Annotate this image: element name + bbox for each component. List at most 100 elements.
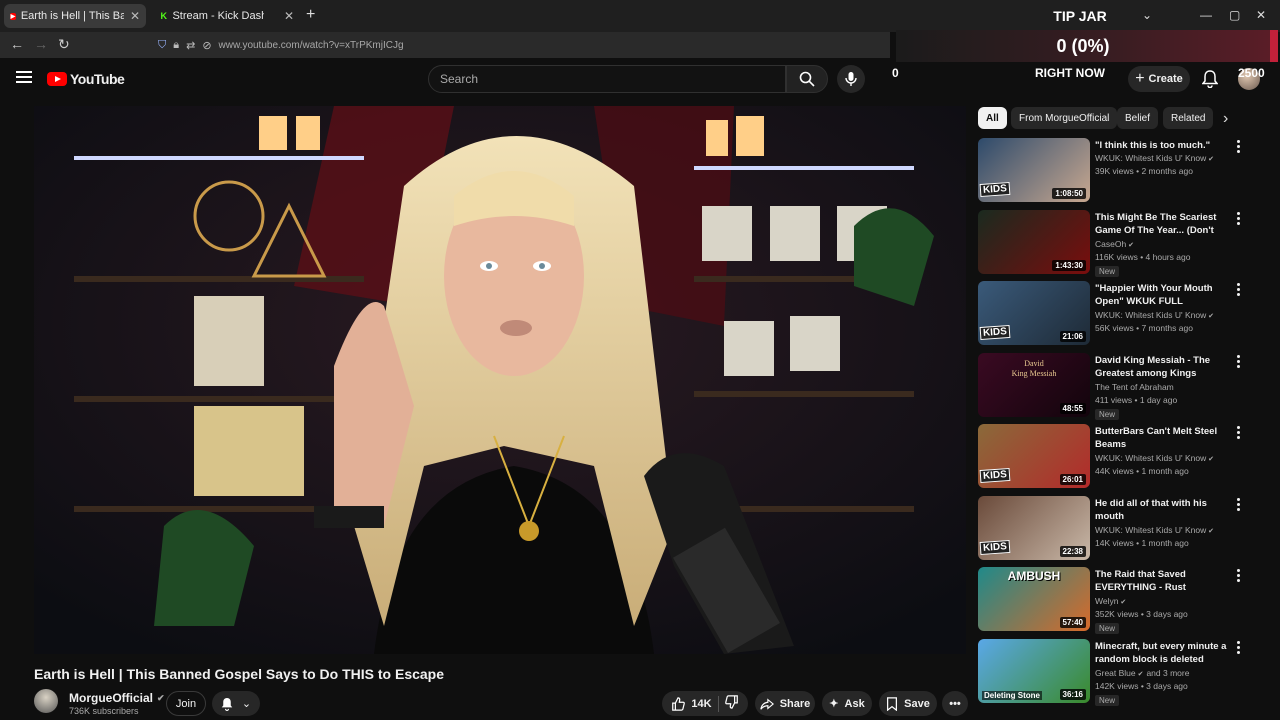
recommendation-title[interactable]: ButterBars Can't Melt Steel Beams xyxy=(1095,425,1227,451)
duration-badge: 36:16 xyxy=(1059,689,1086,700)
tab-kick-dashboard[interactable]: K Stream - Kick Dashboard ✕ xyxy=(154,4,300,28)
channel-name-text: Great Blue xyxy=(1095,668,1136,678)
tracking-icon: ⊘ xyxy=(202,39,212,52)
chip-related[interactable]: Related xyxy=(1163,107,1214,129)
video-thumbnail[interactable]: KIDS 26:01 xyxy=(978,424,1090,488)
like-button[interactable]: 14K xyxy=(671,696,712,711)
new-tab-icon[interactable]: + xyxy=(306,6,315,24)
more-vertical-icon[interactable] xyxy=(1237,212,1243,227)
recommendation-meta: 14K views • 1 month ago xyxy=(1095,538,1189,548)
recommendation-item[interactable]: KIDS 26:01 ButterBars Can't Melt Steel Bea… xyxy=(978,424,1268,490)
ask-button[interactable]: ✦ Ask xyxy=(822,691,872,716)
recommendation-title[interactable]: This Might Be The Scariest Game Of The Y… xyxy=(1095,211,1227,237)
create-button[interactable]: + Create xyxy=(1128,66,1190,92)
bookmark-icon xyxy=(887,696,898,711)
close-icon[interactable]: ✕ xyxy=(130,9,140,23)
reload-icon[interactable]: ↻ xyxy=(58,36,70,53)
video-thumbnail[interactable]: 1:43:30 xyxy=(978,210,1090,274)
duration-badge: 1:43:30 xyxy=(1052,260,1086,271)
channel-logo-overlay: KIDS xyxy=(979,539,1011,556)
share-button[interactable]: Share xyxy=(755,691,815,716)
search-icon xyxy=(799,71,815,87)
logo-text: YouTube xyxy=(70,71,125,87)
duration-badge: 57:40 xyxy=(1059,617,1086,628)
recommendation-meta: 39K views • 2 months ago xyxy=(1095,166,1193,176)
menu-icon[interactable] xyxy=(16,71,32,86)
channel-avatar[interactable] xyxy=(34,689,58,713)
channel-name[interactable]: MorgueOfficial ✔ xyxy=(69,691,165,705)
minimize-icon[interactable]: — xyxy=(1200,8,1212,22)
recommendation-title[interactable]: The Raid that Saved EVERYTHING - Rust xyxy=(1095,568,1227,594)
tab-youtube[interactable]: ▶ Earth is Hell | This Banned Gosp ✕ xyxy=(4,4,146,28)
more-vertical-icon[interactable] xyxy=(1237,426,1243,441)
video-thumbnail[interactable]: KIDS 21:06 xyxy=(978,281,1090,345)
voice-search-button[interactable] xyxy=(837,65,865,93)
youtube-logo[interactable]: YouTube xyxy=(47,71,125,87)
video-thumbnail[interactable]: KIDS 22:38 xyxy=(978,496,1090,560)
back-icon[interactable]: ← xyxy=(10,36,24,52)
chip-belief[interactable]: Belief xyxy=(1117,107,1159,129)
forward-icon[interactable]: → xyxy=(34,36,48,52)
video-player[interactable] xyxy=(34,106,966,654)
dislike-button[interactable] xyxy=(724,695,739,712)
maximize-icon[interactable]: ▢ xyxy=(1229,8,1240,22)
more-vertical-icon[interactable] xyxy=(1237,569,1243,584)
video-thumbnail[interactable]: David King Messiah 48:55 xyxy=(978,353,1090,417)
video-thumbnail[interactable]: AMBUSH 57:40 xyxy=(978,567,1090,631)
recommendation-item[interactable]: 1:43:30 This Might Be The Scariest Game O… xyxy=(978,210,1268,277)
recommendation-meta: 116K views • 4 hours ago xyxy=(1095,252,1191,262)
more-actions-button[interactable]: ••• xyxy=(942,691,968,716)
video-title: Earth is Hell | This Banned Gospel Says … xyxy=(34,666,445,682)
chevron-down-icon[interactable]: ⌄ xyxy=(1142,8,1152,22)
address-bar[interactable]: ⛉ 🔒︎ ⇄ ⊘ www.youtube.com/watch?v=xTrPKmj… xyxy=(158,35,878,55)
more-vertical-icon[interactable] xyxy=(1237,140,1243,155)
recommendation-meta: 56K views • 7 months ago xyxy=(1095,323,1193,333)
duration-badge: 21:06 xyxy=(1059,331,1086,342)
verified-icon: ✔ xyxy=(1118,599,1127,606)
recommendation-title[interactable]: David King Messiah - The Greatest among … xyxy=(1095,354,1227,380)
recommendation-item[interactable]: Deleting Stone 36:16 Minecraft, but every … xyxy=(978,639,1268,706)
join-button[interactable]: Join xyxy=(166,691,206,716)
recommendation-title[interactable]: "I think this is too much." xyxy=(1095,139,1227,152)
recommendation-channel[interactable]: The Tent of Abraham xyxy=(1095,382,1174,392)
more-vertical-icon[interactable] xyxy=(1237,498,1243,513)
close-icon[interactable]: ✕ xyxy=(284,9,294,23)
chip-all[interactable]: All xyxy=(978,107,1007,129)
recommendation-item[interactable]: AMBUSH 57:40 The Raid that Saved EVERYTHIN… xyxy=(978,567,1268,634)
video-thumbnail[interactable]: KIDS 1:08:50 xyxy=(978,138,1090,202)
recommendation-item[interactable]: KIDS 21:06 "Happier With Your Mouth Open" … xyxy=(978,281,1268,347)
chip-from-channel[interactable]: From MorgueOfficial xyxy=(1011,107,1118,129)
recommendation-channel[interactable]: Great Blue ✔ and 3 more xyxy=(1095,668,1189,678)
subscribed-notifications-button[interactable]: ⌄ xyxy=(212,691,260,716)
recommendation-channel[interactable]: WKUK: Whitest Kids U' Know ✔ xyxy=(1095,153,1214,163)
recommendation-title[interactable]: "Happier With Your Mouth Open" WKUK FULL… xyxy=(1095,282,1227,308)
new-badge: New xyxy=(1095,623,1120,634)
verified-icon: ✔ xyxy=(1135,671,1144,678)
recommendation-item[interactable]: KIDS 1:08:50 "I think this is too much." WK… xyxy=(978,138,1268,204)
chevron-right-icon[interactable]: › xyxy=(1223,110,1228,128)
more-vertical-icon[interactable] xyxy=(1237,641,1243,656)
recommendation-channel[interactable]: WKUK: Whitest Kids U' Know ✔ xyxy=(1095,310,1214,320)
recommendation-title[interactable]: He did all of that with his mouth xyxy=(1095,497,1227,523)
search-input[interactable]: Search xyxy=(428,65,786,93)
more-vertical-icon[interactable] xyxy=(1237,283,1243,298)
notifications-button[interactable] xyxy=(1201,70,1219,93)
window-close-icon[interactable]: ✕ xyxy=(1256,8,1266,22)
recommendation-title[interactable]: Minecraft, but every minute a random blo… xyxy=(1095,640,1227,666)
verified-icon: ✔ xyxy=(1206,156,1215,163)
video-thumbnail[interactable]: Deleting Stone 36:16 xyxy=(978,639,1090,703)
browser-nav-bar: ← → ↻ ⛉ 🔒︎ ⇄ ⊘ www.youtube.com/watch?v=x… xyxy=(0,32,890,58)
recommendation-channel[interactable]: WKUK: Whitest Kids U' Know ✔ xyxy=(1095,453,1214,463)
recommendation-item[interactable]: KIDS 22:38 He did all of that with his mou… xyxy=(978,496,1268,562)
youtube-play-icon xyxy=(47,72,67,86)
save-button[interactable]: Save xyxy=(879,691,937,716)
more-vertical-icon[interactable] xyxy=(1237,355,1243,370)
recommendation-item[interactable]: David King Messiah 48:55 David King Messiah… xyxy=(978,353,1268,420)
recommendation-channel[interactable]: WKUK: Whitest Kids U' Know ✔ xyxy=(1095,525,1214,535)
overlay-accent xyxy=(1270,30,1278,62)
tab-label: Stream - Kick Dashboard xyxy=(172,10,264,22)
search-button[interactable] xyxy=(786,65,828,93)
recommendation-channel[interactable]: CaseOh ✔ xyxy=(1095,239,1134,249)
thumbnail-caption: AMBUSH xyxy=(1007,569,1061,583)
recommendation-channel[interactable]: Welyn ✔ xyxy=(1095,596,1126,606)
